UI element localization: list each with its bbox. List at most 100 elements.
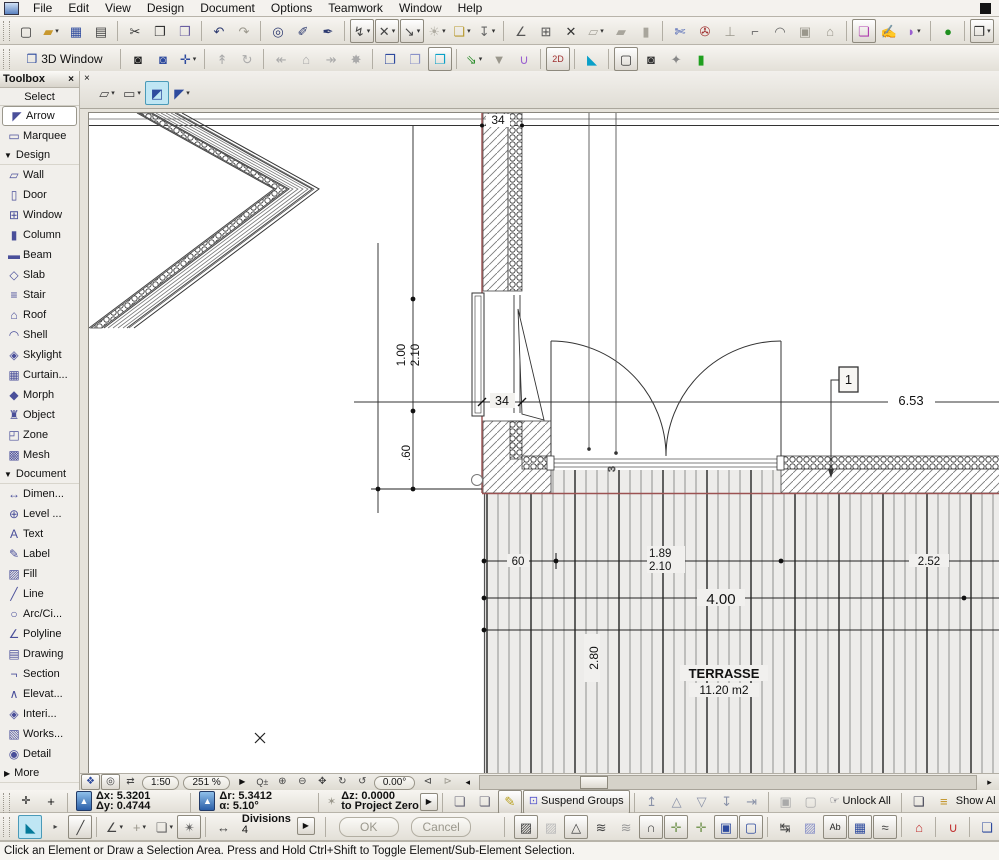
cut-button[interactable]: ✂ [123,19,147,43]
gravity-target-button[interactable]: ✛ [664,815,689,839]
3d-axis-button[interactable]: ✛ ▾ [176,47,200,71]
multiply-nodes-button[interactable]: ❏ ▾ [152,815,176,839]
copy-picture-button[interactable]: ❐ [378,47,402,71]
menu-edit[interactable]: Edit [60,0,97,16]
toolbox-item-wall[interactable]: ▱ Wall [0,165,79,185]
tracker-menu-button[interactable]: ▶ [419,792,438,811]
magic-wand-button[interactable]: ✴ [177,815,202,839]
level-tool-button[interactable]: ⊥ [718,19,742,43]
paste-button[interactable]: ❒ [173,19,197,43]
dimension-chain-left[interactable]: 1.00 2.10 .60 [371,126,482,513]
render-wand-button[interactable]: ✦ [664,47,688,71]
dimension-653[interactable]: 34 6.53 [354,393,999,408]
rebuild-button[interactable]: ↻▾ [995,19,999,43]
infobox-close-icon[interactable]: × [84,73,90,84]
menu-view[interactable]: View [97,0,139,16]
order-reset-button[interactable]: ⇥ [740,790,764,814]
toolbox-item-morph[interactable]: ◆ Morph [0,385,79,405]
rotate-view-button[interactable]: ↺ [353,774,372,790]
menu-design[interactable]: Design [139,0,192,16]
slab-tool-gray-button[interactable]: ▱ ▾ [584,19,608,43]
suspend-groups-button[interactable]: ⊡ Suspend Groups [522,789,630,814]
send-to-back-button[interactable]: ↧ [715,790,739,814]
toolbox-item-door[interactable]: ▯ Door [0,185,79,205]
print-button[interactable]: ▤ [89,19,113,43]
toolbox-section-design[interactable]: ▼ Design [0,146,79,165]
corner-tool-button[interactable]: ⌐ [743,19,767,43]
terrace-deck[interactable] [483,470,999,774]
measure-button[interactable]: ∠ [509,19,533,43]
orbit-button[interactable]: ↻ [235,47,259,71]
polar-coordinates[interactable]: ▲ Δr: 5.3412 α: 5.10° [199,791,272,812]
surface-paint-button[interactable]: ◣ [580,47,604,71]
gravity-target-alt-button[interactable]: ✛ [689,815,713,839]
toolbox-item-drawing[interactable]: ▤ Drawing [0,644,79,664]
quick-selection-button[interactable]: ◩ [145,81,169,105]
elevate-button[interactable]: ⌂ [818,19,842,43]
next-view-button[interactable]: ↠ [319,47,343,71]
photo-render-button[interactable]: ◙ [639,47,663,71]
toolbox-section-more[interactable]: ▶ More [0,764,79,783]
screen-capture-button[interactable]: ▢ [614,47,639,71]
3d-window-selector[interactable]: ❒ 3D Window [19,47,109,71]
floor-plan-canvas[interactable]: 3 1.00 2.10 .60 34 34 6.53 1 60 1.89 2.1… [88,112,999,774]
xy-coordinates[interactable]: ▲ Δx: 5.3201 Δy: 0.4744 [76,791,150,812]
stretch-button[interactable]: ↹ [773,815,797,839]
cursor-snap-range-button[interactable]: ↘ ▾ [400,19,424,43]
unlock-all-button[interactable]: ☞ Unlock All [824,790,897,814]
zoom-preview-button[interactable]: ◎ [101,774,120,790]
cancel-button[interactable]: Cancel [411,817,472,837]
toolbox-item-slab[interactable]: ◇ Slab [0,265,79,285]
unlock-button[interactable]: ▢ [799,790,823,814]
open-file-button[interactable]: ▰ ▾ [39,19,63,43]
lock-button[interactable]: ▣ [774,790,798,814]
toolbar-drag-handle[interactable] [3,792,10,813]
curved-segment-button[interactable]: ∩ [639,815,664,839]
orbit-2d-button[interactable]: ↻ [333,774,352,790]
window-plan-display-button[interactable]: ▢ [739,815,764,839]
toolbox-item-mesh[interactable]: ▩ Mesh [0,445,79,465]
toolbox-item-window[interactable]: ⊞ Window [0,205,79,225]
divisions-control[interactable]: Divisions 4 ▶ [242,814,315,836]
zone-stamp[interactable]: TERRASSE 11.20 m2 [680,665,768,697]
undo-button[interactable]: ↶ [207,19,231,43]
z-coordinates[interactable]: ✶ Δz: 0.0000 to Project Zero [327,791,419,812]
redo-button[interactable]: ↷ [232,19,256,43]
pick-up-parameters-button[interactable]: ✐ [291,19,315,43]
hatch-orientation-button[interactable]: ▨ [798,815,822,839]
inject-parameters-button[interactable]: ✒ [316,19,340,43]
walk-button[interactable]: ↟ [210,47,234,71]
bookmark-view-button[interactable]: ❖ [81,774,100,790]
protection-shield-button[interactable]: ∪ [941,815,965,839]
zigzag-line-button[interactable]: ≋ [589,815,613,839]
show-all-layers-label[interactable]: Show Al [956,795,996,807]
selection-frame-button[interactable]: ❏ [852,19,876,43]
menu-options[interactable]: Options [263,0,320,16]
toolbox-item-line[interactable]: ╱ Line [0,584,79,604]
swap-view-button[interactable]: ⇄ [121,774,140,790]
toolbar-drag-handle[interactable] [3,49,10,69]
text-favorites-button[interactable]: Ab [823,815,848,839]
close-element-button[interactable]: ✕ [559,19,583,43]
copy-button[interactable]: ❐ [148,19,172,43]
zoom-level-button[interactable]: 251 % [183,775,230,790]
render-flag-button[interactable]: ▮ [689,47,713,71]
toolbox-item-label[interactable]: ✎ Label [0,544,79,564]
chevron-corner-wall[interactable] [89,113,320,329]
toolbox-item-worksheet[interactable]: ▧ Works... [0,724,79,744]
toolbox-item-marquee[interactable]: ▭ Marquee [0,126,79,146]
group-button[interactable]: ❏ [448,790,472,814]
angle-input-button[interactable]: ∠ ▾ [102,815,126,839]
pin-button[interactable]: ↧ ▾ [475,19,499,43]
layer-settings-button[interactable]: ❏ ▾ [450,19,474,43]
teamwork-status-button[interactable]: ● [936,19,960,43]
sun-shadow-button[interactable]: ☀ ▾ [425,19,449,43]
autogroup-button[interactable]: ✎ [497,789,522,814]
relative-coords-icon[interactable]: + [39,790,63,814]
fillet-button[interactable]: ◠ [768,19,792,43]
layers-show-button[interactable]: ≡ [932,790,956,814]
toolbox-item-level-dimension[interactable]: ⊕ Level ... [0,504,79,524]
crosshair-icon[interactable]: ✛ [14,790,38,814]
roof-pitch-button[interactable]: ⌂ [907,815,931,839]
toolbox-item-beam[interactable]: ▬ Beam [0,245,79,265]
